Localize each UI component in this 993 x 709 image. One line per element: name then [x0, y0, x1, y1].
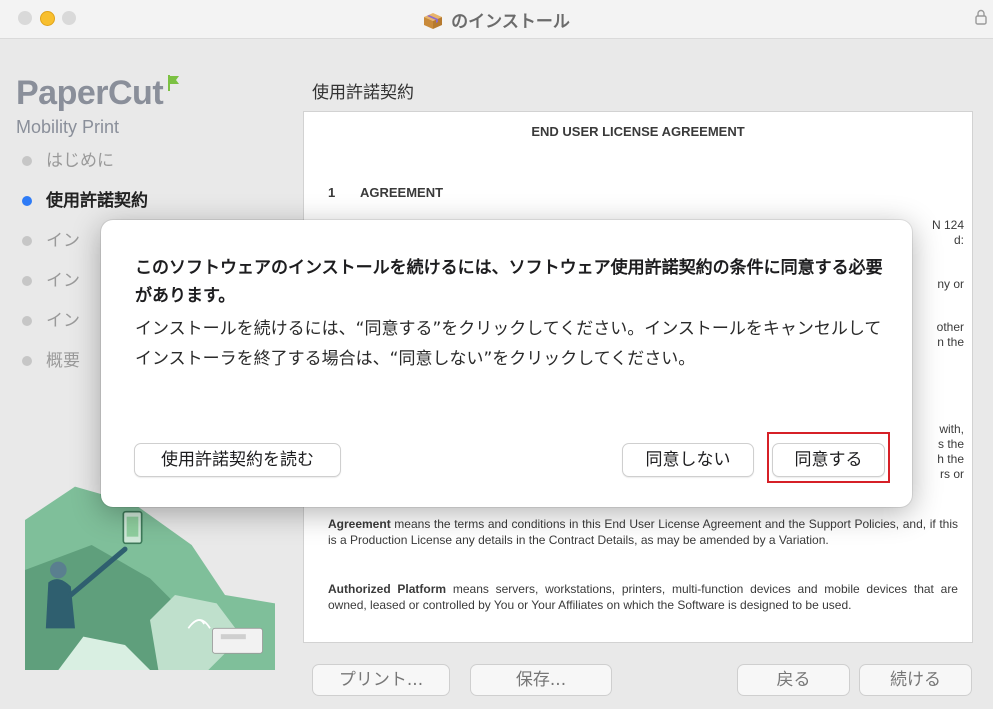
license-heading: END USER LICENSE AGREEMENT [531, 124, 745, 139]
step-bullet-icon [22, 196, 32, 206]
clause-number: 1 [328, 185, 336, 200]
installer-window: のインストール PaperCut Mobility Print はじめに 使用許… [0, 0, 993, 709]
clause-title: AGREEMENT [360, 185, 444, 200]
read-license-button[interactable]: 使用許諾契約を読む [134, 443, 341, 477]
title-bar: のインストール [0, 0, 993, 39]
license-text-fragment: ny or [937, 277, 964, 292]
step-label: イン [46, 311, 80, 331]
print-button[interactable]: プリント... [312, 664, 450, 696]
brand-name: PaperCut [16, 74, 164, 112]
step-license: 使用許諾契約 [22, 181, 148, 221]
text-line: ny or [937, 277, 964, 291]
disagree-button[interactable]: 同意しない [622, 443, 754, 477]
dialog-heading: このソフトウェアのインストールを続けるには、ソフトウェア使用許諾契約の条件に同意… [135, 258, 883, 306]
step-label: はじめに [46, 151, 114, 171]
definition-term: Agreement [328, 517, 391, 531]
license-text-fragment: N 124 d: [932, 218, 964, 248]
step-bullet-icon [22, 356, 32, 366]
text-line: h the [937, 452, 964, 466]
text-line: other [936, 320, 964, 334]
brand-logo: PaperCut [16, 74, 180, 113]
text-line: N 124 [931, 218, 964, 232]
license-text-fragment: other n the [937, 320, 964, 350]
text-line: rs or [940, 467, 964, 481]
definition-term: Authorized Platform [328, 582, 447, 596]
flag-icon [167, 62, 181, 101]
step-label: イン [46, 231, 80, 251]
section-title: 使用許諾契約 [312, 83, 414, 103]
window-title-group: のインストール [0, 7, 993, 35]
clause-heading: 1 AGREEMENT [328, 185, 443, 200]
definition-paragraph: Authorized Platform means servers, works… [328, 581, 958, 613]
text-line: with, [939, 422, 964, 436]
step-bullet-icon [22, 156, 32, 166]
step-bullet-icon [22, 316, 32, 326]
continue-button[interactable]: 続ける [859, 664, 972, 696]
text-line: s the [937, 437, 964, 451]
package-icon [423, 12, 443, 35]
step-bullet-icon [22, 236, 32, 246]
window-title: のインストール [451, 12, 570, 32]
text-line: n the [937, 335, 964, 349]
definition-text: means the terms and conditions in this E… [328, 517, 958, 547]
save-button[interactable]: 保存... [470, 664, 612, 696]
product-name: Mobility Print [16, 117, 120, 137]
license-text-fragment: with, s the h the rs or [937, 422, 964, 482]
step-label: 概要 [46, 351, 80, 371]
step-label: イン [46, 271, 80, 291]
lock-icon [975, 9, 987, 29]
dialog-message: インストールを続けるには、“同意する”をクリックしてください。インストールをキャ… [135, 319, 882, 369]
definition-paragraph: Agreement means the terms and conditions… [328, 516, 958, 548]
step-bullet-icon [22, 276, 32, 286]
text-line: d: [953, 233, 964, 247]
step-label: 使用許諾契約 [46, 191, 148, 211]
back-button[interactable]: 戻る [737, 664, 850, 696]
step-introduction: はじめに [22, 141, 148, 181]
agree-button-highlight [767, 432, 890, 483]
